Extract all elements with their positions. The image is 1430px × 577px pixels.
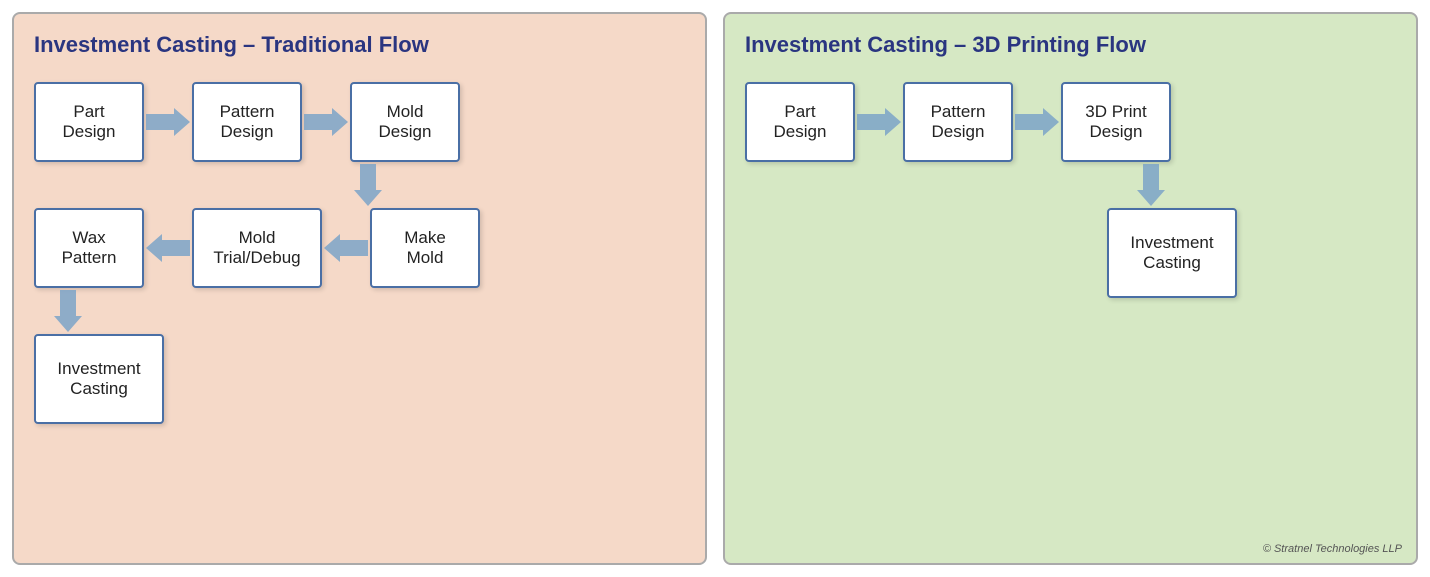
right-row2: Investment Casting xyxy=(745,208,1396,298)
arrow-left-2 xyxy=(322,230,370,266)
left-row3: Investment Casting xyxy=(34,334,685,424)
right-arrow-down xyxy=(745,164,1396,206)
right-title-normal: Investment Casting – xyxy=(745,32,972,57)
right-title-bold: 3D Printing Flow xyxy=(972,32,1146,57)
left-mold-trial: Mold Trial/Debug xyxy=(192,208,322,288)
left-flow: Part Design Pattern Design xyxy=(34,82,685,424)
right-print-design: 3D Print Design xyxy=(1061,82,1171,162)
arrow-down-mold xyxy=(34,164,685,206)
right-flow: Part Design Pattern Design 3D Print De xyxy=(745,82,1396,298)
left-panel: Investment Casting – Traditional Flow Pa… xyxy=(12,12,707,565)
right-panel-title: Investment Casting – 3D Printing Flow xyxy=(745,32,1396,58)
arrow-right-1 xyxy=(144,104,192,140)
left-title-normal: Investment Casting – xyxy=(34,32,261,57)
right-arrow-right-2 xyxy=(1013,104,1061,140)
right-pattern-design: Pattern Design xyxy=(903,82,1013,162)
left-wax-pattern: Wax Pattern xyxy=(34,208,144,288)
right-panel: Investment Casting – 3D Printing Flow Pa… xyxy=(723,12,1418,565)
left-panel-title: Investment Casting – Traditional Flow xyxy=(34,32,685,58)
right-part-design: Part Design xyxy=(745,82,855,162)
left-title-bold: Traditional Flow xyxy=(261,32,428,57)
arrow-right-2 xyxy=(302,104,350,140)
arrow-left-1 xyxy=(144,230,192,266)
arrow-down-wax xyxy=(34,290,685,332)
left-row2: Wax Pattern Mold Trial/Debug xyxy=(34,208,685,288)
left-make-mold: Make Mold xyxy=(370,208,480,288)
right-arrow-right-1 xyxy=(855,104,903,140)
copyright-text: © Stratnel Technologies LLP xyxy=(1263,543,1402,555)
right-row1: Part Design Pattern Design 3D Print De xyxy=(745,82,1396,162)
main-container: Investment Casting – Traditional Flow Pa… xyxy=(0,0,1430,577)
left-pattern-design: Pattern Design xyxy=(192,82,302,162)
left-part-design: Part Design xyxy=(34,82,144,162)
right-investment-casting: Investment Casting xyxy=(1107,208,1237,298)
left-investment-casting: Investment Casting xyxy=(34,334,164,424)
left-row1: Part Design Pattern Design xyxy=(34,82,685,162)
left-mold-design: Mold Design xyxy=(350,82,460,162)
